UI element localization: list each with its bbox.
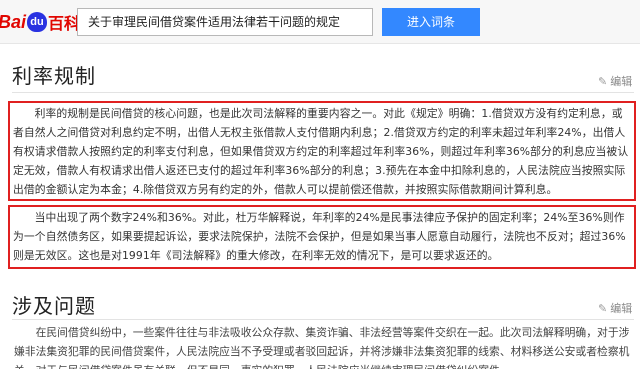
top-search-bar: Bai du 百科 关于审理民间借贷案件适用法律若干问题的规定 进入词条 <box>0 0 640 44</box>
baidu-baike-logo[interactable]: Bai du 百科 <box>0 11 81 34</box>
paragraph-text: 在民间借贷纠纷中，一些案件往往与非法吸收公众存款、集资诈骗、非法经营等案件交织在… <box>14 326 630 369</box>
edit-link-interest[interactable]: ✎ 编辑 <box>598 73 632 89</box>
paragraph-interest-rules: 利率的规制是民间借贷的核心问题，也是此次司法解释的重要内容之一。对此《规定》明确… <box>13 104 631 199</box>
section-divider <box>12 319 634 320</box>
enter-entry-button[interactable]: 进入词条 <box>382 8 480 36</box>
edit-label: 编辑 <box>610 75 633 88</box>
paragraph-issues: 在民间借贷纠纷中，一些案件往往与非法吸收公众存款、集资诈骗、非法经营等案件交织在… <box>14 323 634 369</box>
paragraph-interest-numbers: 当中出现了两个数字24%和36%。对此，杜万华解释说，年利率的24%是民事法律应… <box>13 208 631 265</box>
logo-baike-text: 百科 <box>48 14 81 33</box>
edit-link-issues[interactable]: ✎ 编辑 <box>598 300 632 316</box>
edit-label: 编辑 <box>610 302 633 315</box>
search-input[interactable]: 关于审理民间借贷案件适用法律若干问题的规定 <box>77 8 373 36</box>
paragraph-text: 利率的规制是民间借贷的核心问题，也是此次司法解释的重要内容之一。对此《规定》明确… <box>13 107 629 196</box>
logo-paw-icon: du <box>27 12 48 32</box>
section-divider <box>12 92 634 93</box>
paragraph-text: 当中出现了两个数字24%和36%。对此，杜万华解释说，年利率的24%是民事法律应… <box>13 211 626 262</box>
section-title-issues: 涉及问题 <box>12 294 96 318</box>
section-title-interest: 利率规制 <box>12 64 96 88</box>
pencil-icon: ✎ <box>598 74 608 88</box>
pencil-icon: ✎ <box>598 301 608 315</box>
logo-bai-text: Bai <box>0 11 27 32</box>
